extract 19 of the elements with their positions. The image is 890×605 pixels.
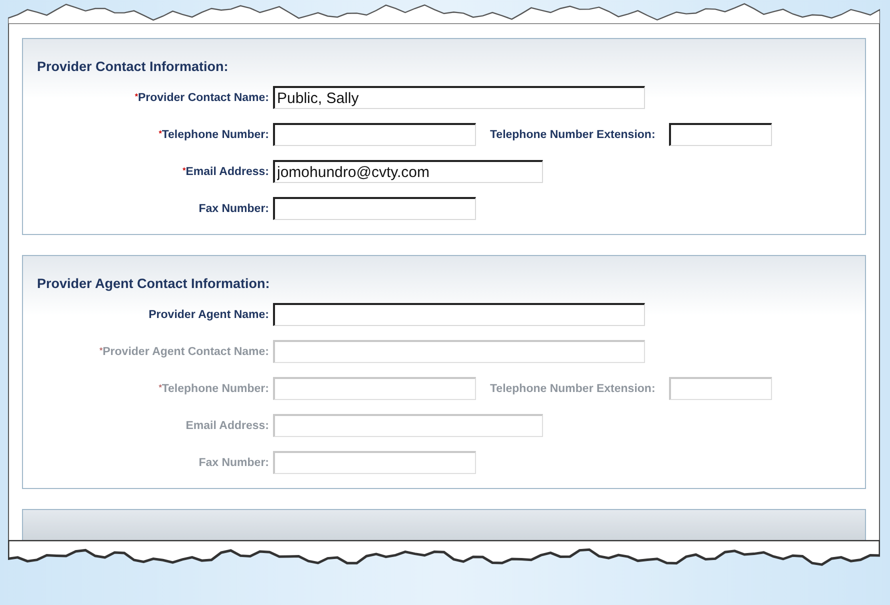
input-field[interactable] — [273, 123, 476, 146]
field-label: Fax Number: — [198, 456, 269, 468]
field-label: Telephone Number Extension: — [490, 382, 656, 394]
input-field[interactable] — [273, 197, 476, 220]
field-label: *Email Address: — [182, 166, 269, 178]
input-field[interactable] — [273, 303, 645, 326]
field-label: Email Address: — [184, 420, 269, 432]
field-label: *Provider Agent Contact Name: — [98, 346, 269, 358]
section-title: Provider Contact Information: — [36, 58, 230, 76]
field-label: Telephone Number Extension: — [490, 128, 656, 140]
field-label: *Provider Contact Name: — [134, 92, 269, 104]
section-title: Provider Agent Contact Information: — [36, 275, 271, 293]
input-field[interactable]: jomohundro@cvty.com — [273, 160, 543, 183]
field-label: Provider Agent Name: — [148, 308, 269, 320]
field-label: *Telephone Number: — [158, 382, 269, 394]
field-label: *Telephone Number: — [158, 128, 269, 140]
input-field[interactable] — [669, 123, 772, 146]
field-label: Fax Number: — [198, 202, 269, 214]
input-field[interactable]: Public, Sally — [273, 86, 645, 109]
